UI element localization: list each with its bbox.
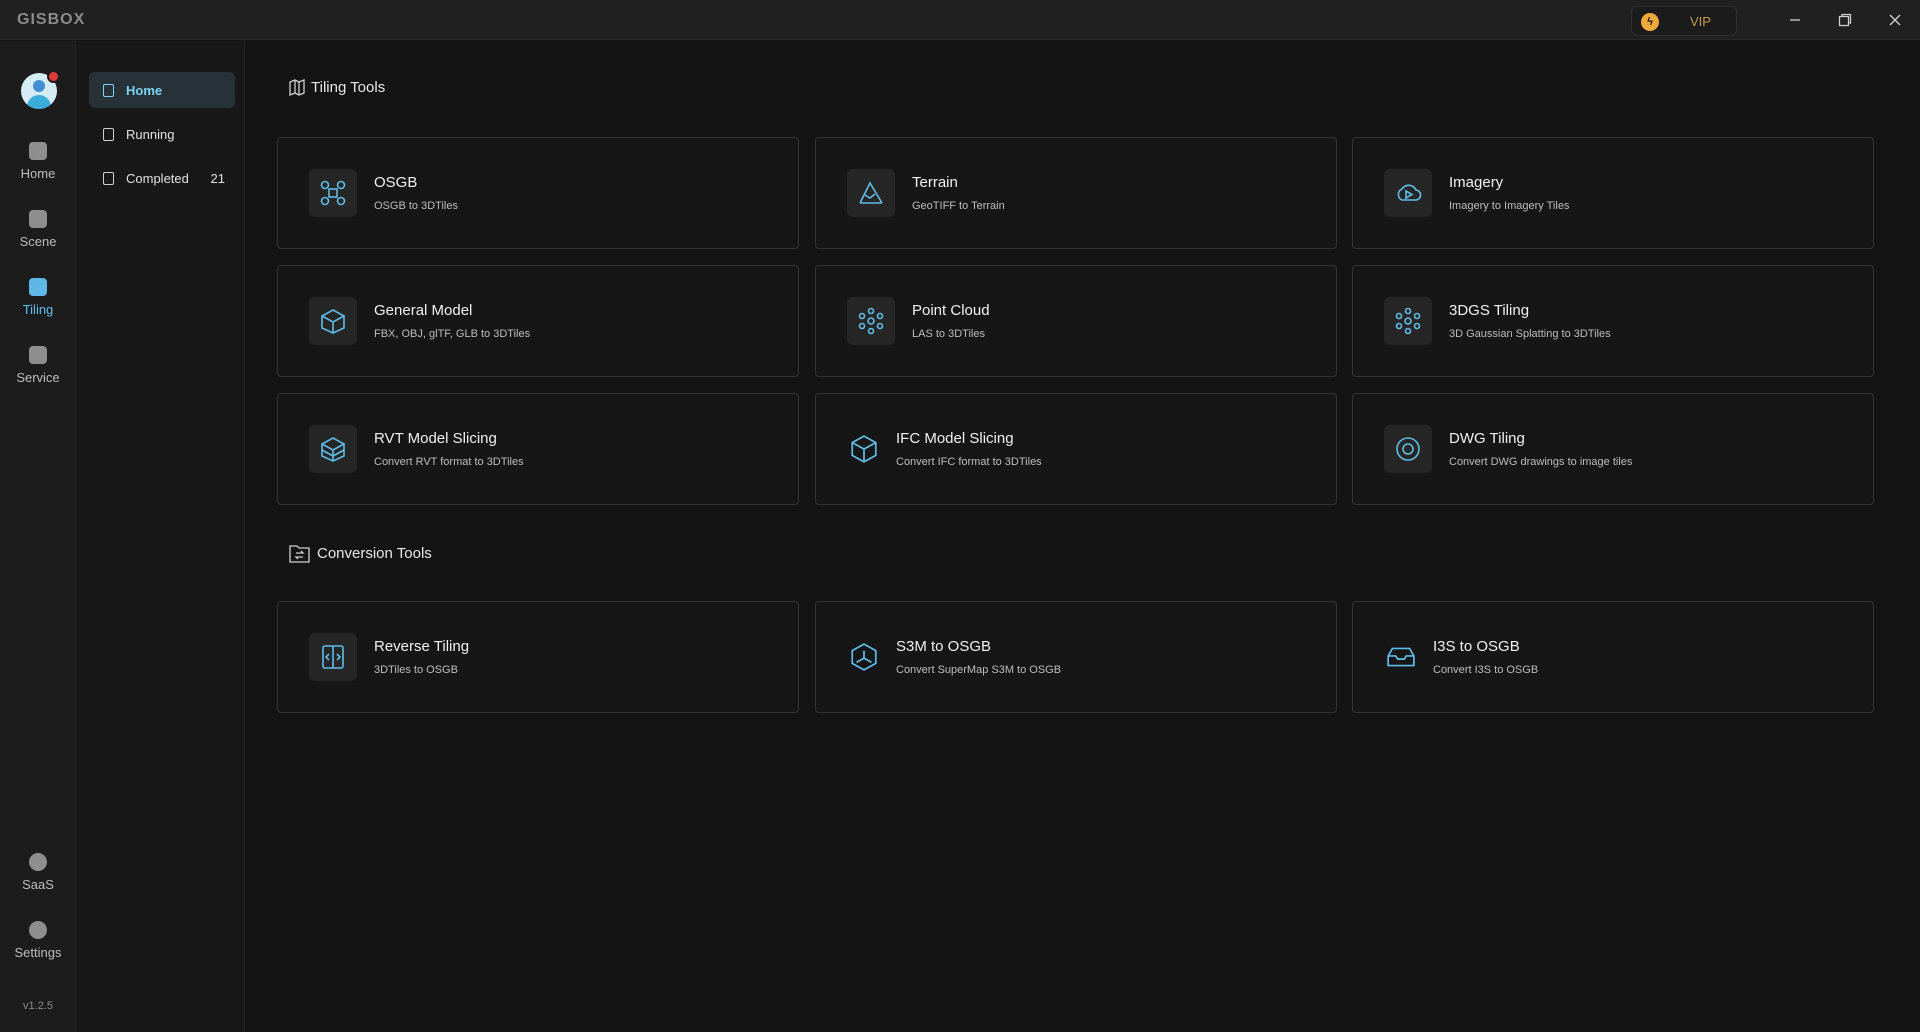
document-icon	[103, 171, 114, 185]
terrain-icon	[847, 169, 895, 217]
rail-label: Home	[20, 166, 56, 181]
card-subtitle: Convert RVT format to 3DTiles	[374, 456, 524, 468]
rvt-icon	[309, 425, 357, 473]
gaussian-splatting-icon	[1384, 297, 1432, 345]
folder-convert-icon	[289, 545, 310, 563]
card-title: OSGB	[374, 174, 418, 191]
subnav-label: Running	[126, 126, 175, 142]
subnav-item-running[interactable]: Running	[89, 116, 235, 152]
card-title: General Model	[374, 302, 473, 319]
ifc-icon	[840, 425, 888, 473]
general-model-icon	[309, 297, 357, 345]
tool-card-i3s-to-osgb[interactable]: I3S to OSGB Convert I3S to OSGB	[1352, 601, 1874, 713]
tool-card-3dgs-tiling[interactable]: 3DGS Tiling 3D Gaussian Splatting to 3DT…	[1352, 265, 1874, 377]
rail-item-saas[interactable]: SaaS	[0, 853, 76, 909]
subnav-item-completed[interactable]: Completed 21	[89, 160, 235, 196]
service-icon	[29, 346, 47, 364]
point-cloud-icon	[847, 297, 895, 345]
vip-label: VIP	[1690, 14, 1711, 29]
imagery-icon	[1384, 169, 1432, 217]
rail-item-home[interactable]: Home	[0, 142, 76, 198]
rail-label: Service	[16, 370, 60, 385]
notification-badge	[47, 70, 60, 83]
card-subtitle: GeoTIFF to Terrain	[912, 200, 1005, 212]
map-icon	[289, 79, 305, 96]
rail-label: Settings	[14, 945, 62, 960]
reverse-tiling-icon	[309, 633, 357, 681]
completed-count: 21	[210, 170, 225, 186]
close-icon	[1889, 14, 1901, 26]
rail-label: Tiling	[22, 302, 54, 317]
card-title: Point Cloud	[912, 302, 990, 319]
minimize-button[interactable]	[1770, 0, 1820, 40]
rail-item-settings[interactable]: Settings	[0, 921, 76, 977]
s3m-icon	[840, 633, 888, 681]
rail-label: Scene	[19, 234, 57, 249]
scene-icon	[29, 210, 47, 228]
card-subtitle: Convert DWG drawings to image tiles	[1449, 456, 1633, 468]
tool-card-osgb[interactable]: OSGB OSGB to 3DTiles	[277, 137, 799, 249]
card-subtitle: Convert IFC format to 3DTiles	[896, 456, 1042, 468]
settings-icon	[29, 921, 47, 939]
card-subtitle: 3DTiles to OSGB	[374, 664, 458, 676]
card-title: I3S to OSGB	[1433, 638, 1520, 655]
card-title: S3M to OSGB	[896, 638, 992, 655]
rail-item-tiling[interactable]: Tiling	[0, 278, 76, 334]
card-title: RVT Model Slicing	[374, 430, 497, 447]
version-label: v1.2.5	[23, 1000, 53, 1012]
section-title-text: Tiling Tools	[311, 78, 386, 96]
tool-card-dwg-tiling[interactable]: DWG Tiling Convert DWG drawings to image…	[1352, 393, 1874, 505]
tool-card-rvt-model-slicing[interactable]: RVT Model Slicing Convert RVT format to …	[277, 393, 799, 505]
section-title-conversion: Conversion Tools	[288, 542, 432, 564]
close-button[interactable]	[1870, 0, 1920, 40]
tool-card-general-model[interactable]: General Model FBX, OBJ, glTF, GLB to 3DT…	[277, 265, 799, 377]
card-subtitle: OSGB to 3DTiles	[374, 200, 458, 212]
lightning-icon: ϟ	[1641, 13, 1659, 31]
card-title: DWG Tiling	[1449, 430, 1525, 447]
dwg-icon	[1384, 425, 1432, 473]
tool-card-point-cloud[interactable]: Point Cloud LAS to 3DTiles	[815, 265, 1337, 377]
card-subtitle: 3D Gaussian Splatting to 3DTiles	[1449, 328, 1611, 340]
card-subtitle: Convert SuperMap S3M to OSGB	[896, 664, 1062, 676]
vip-button[interactable]: ϟ VIP	[1631, 6, 1737, 36]
section-title-tiling: Tiling Tools	[288, 78, 385, 96]
tiling-icon	[29, 278, 47, 296]
avatar-body	[27, 95, 51, 109]
card-title: Terrain	[912, 174, 958, 191]
restore-icon	[1838, 13, 1852, 27]
tool-card-s3m-to-osgb[interactable]: S3M to OSGB Convert SuperMap S3M to OSGB	[815, 601, 1337, 713]
subnav-label: Home	[126, 82, 163, 98]
tool-card-terrain[interactable]: Terrain GeoTIFF to Terrain	[815, 137, 1337, 249]
home-icon	[29, 142, 47, 160]
rail-item-scene[interactable]: Scene	[0, 210, 76, 266]
title-bar: GISBOX ϟ VIP	[0, 0, 1920, 40]
card-subtitle: FBX, OBJ, glTF, GLB to 3DTiles	[374, 328, 531, 340]
card-title: Reverse Tiling	[374, 638, 470, 655]
card-title: 3DGS Tiling	[1449, 302, 1530, 319]
saas-icon	[29, 853, 47, 871]
card-title: IFC Model Slicing	[896, 430, 1014, 447]
card-title: Imagery	[1449, 174, 1504, 191]
restore-button[interactable]	[1820, 0, 1870, 40]
app-logo: GISBOX	[17, 11, 86, 28]
card-subtitle: LAS to 3DTiles	[912, 328, 985, 340]
minimize-icon	[1790, 19, 1800, 21]
card-subtitle: Imagery to Imagery Tiles	[1449, 200, 1570, 212]
subnav-label: Completed	[126, 170, 189, 186]
osgb-icon	[309, 169, 357, 217]
card-subtitle: Convert I3S to OSGB	[1433, 664, 1539, 676]
tool-card-reverse-tiling[interactable]: Reverse Tiling 3DTiles to OSGB	[277, 601, 799, 713]
avatar-head	[33, 80, 45, 92]
tool-card-imagery[interactable]: Imagery Imagery to Imagery Tiles	[1352, 137, 1874, 249]
section-title-text: Conversion Tools	[317, 544, 432, 562]
sub-navigation: Home Running Completed 21	[77, 41, 245, 1032]
tool-card-ifc-model-slicing[interactable]: IFC Model Slicing Convert IFC format to …	[815, 393, 1337, 505]
rail-label: SaaS	[22, 877, 54, 892]
subnav-item-home[interactable]: Home	[89, 72, 235, 108]
i3s-icon	[1377, 633, 1425, 681]
document-icon	[103, 127, 114, 141]
document-icon	[103, 83, 114, 97]
rail-item-service[interactable]: Service	[0, 346, 76, 402]
icon-rail: Home Scene Tiling Service SaaS Settings …	[0, 41, 76, 1032]
